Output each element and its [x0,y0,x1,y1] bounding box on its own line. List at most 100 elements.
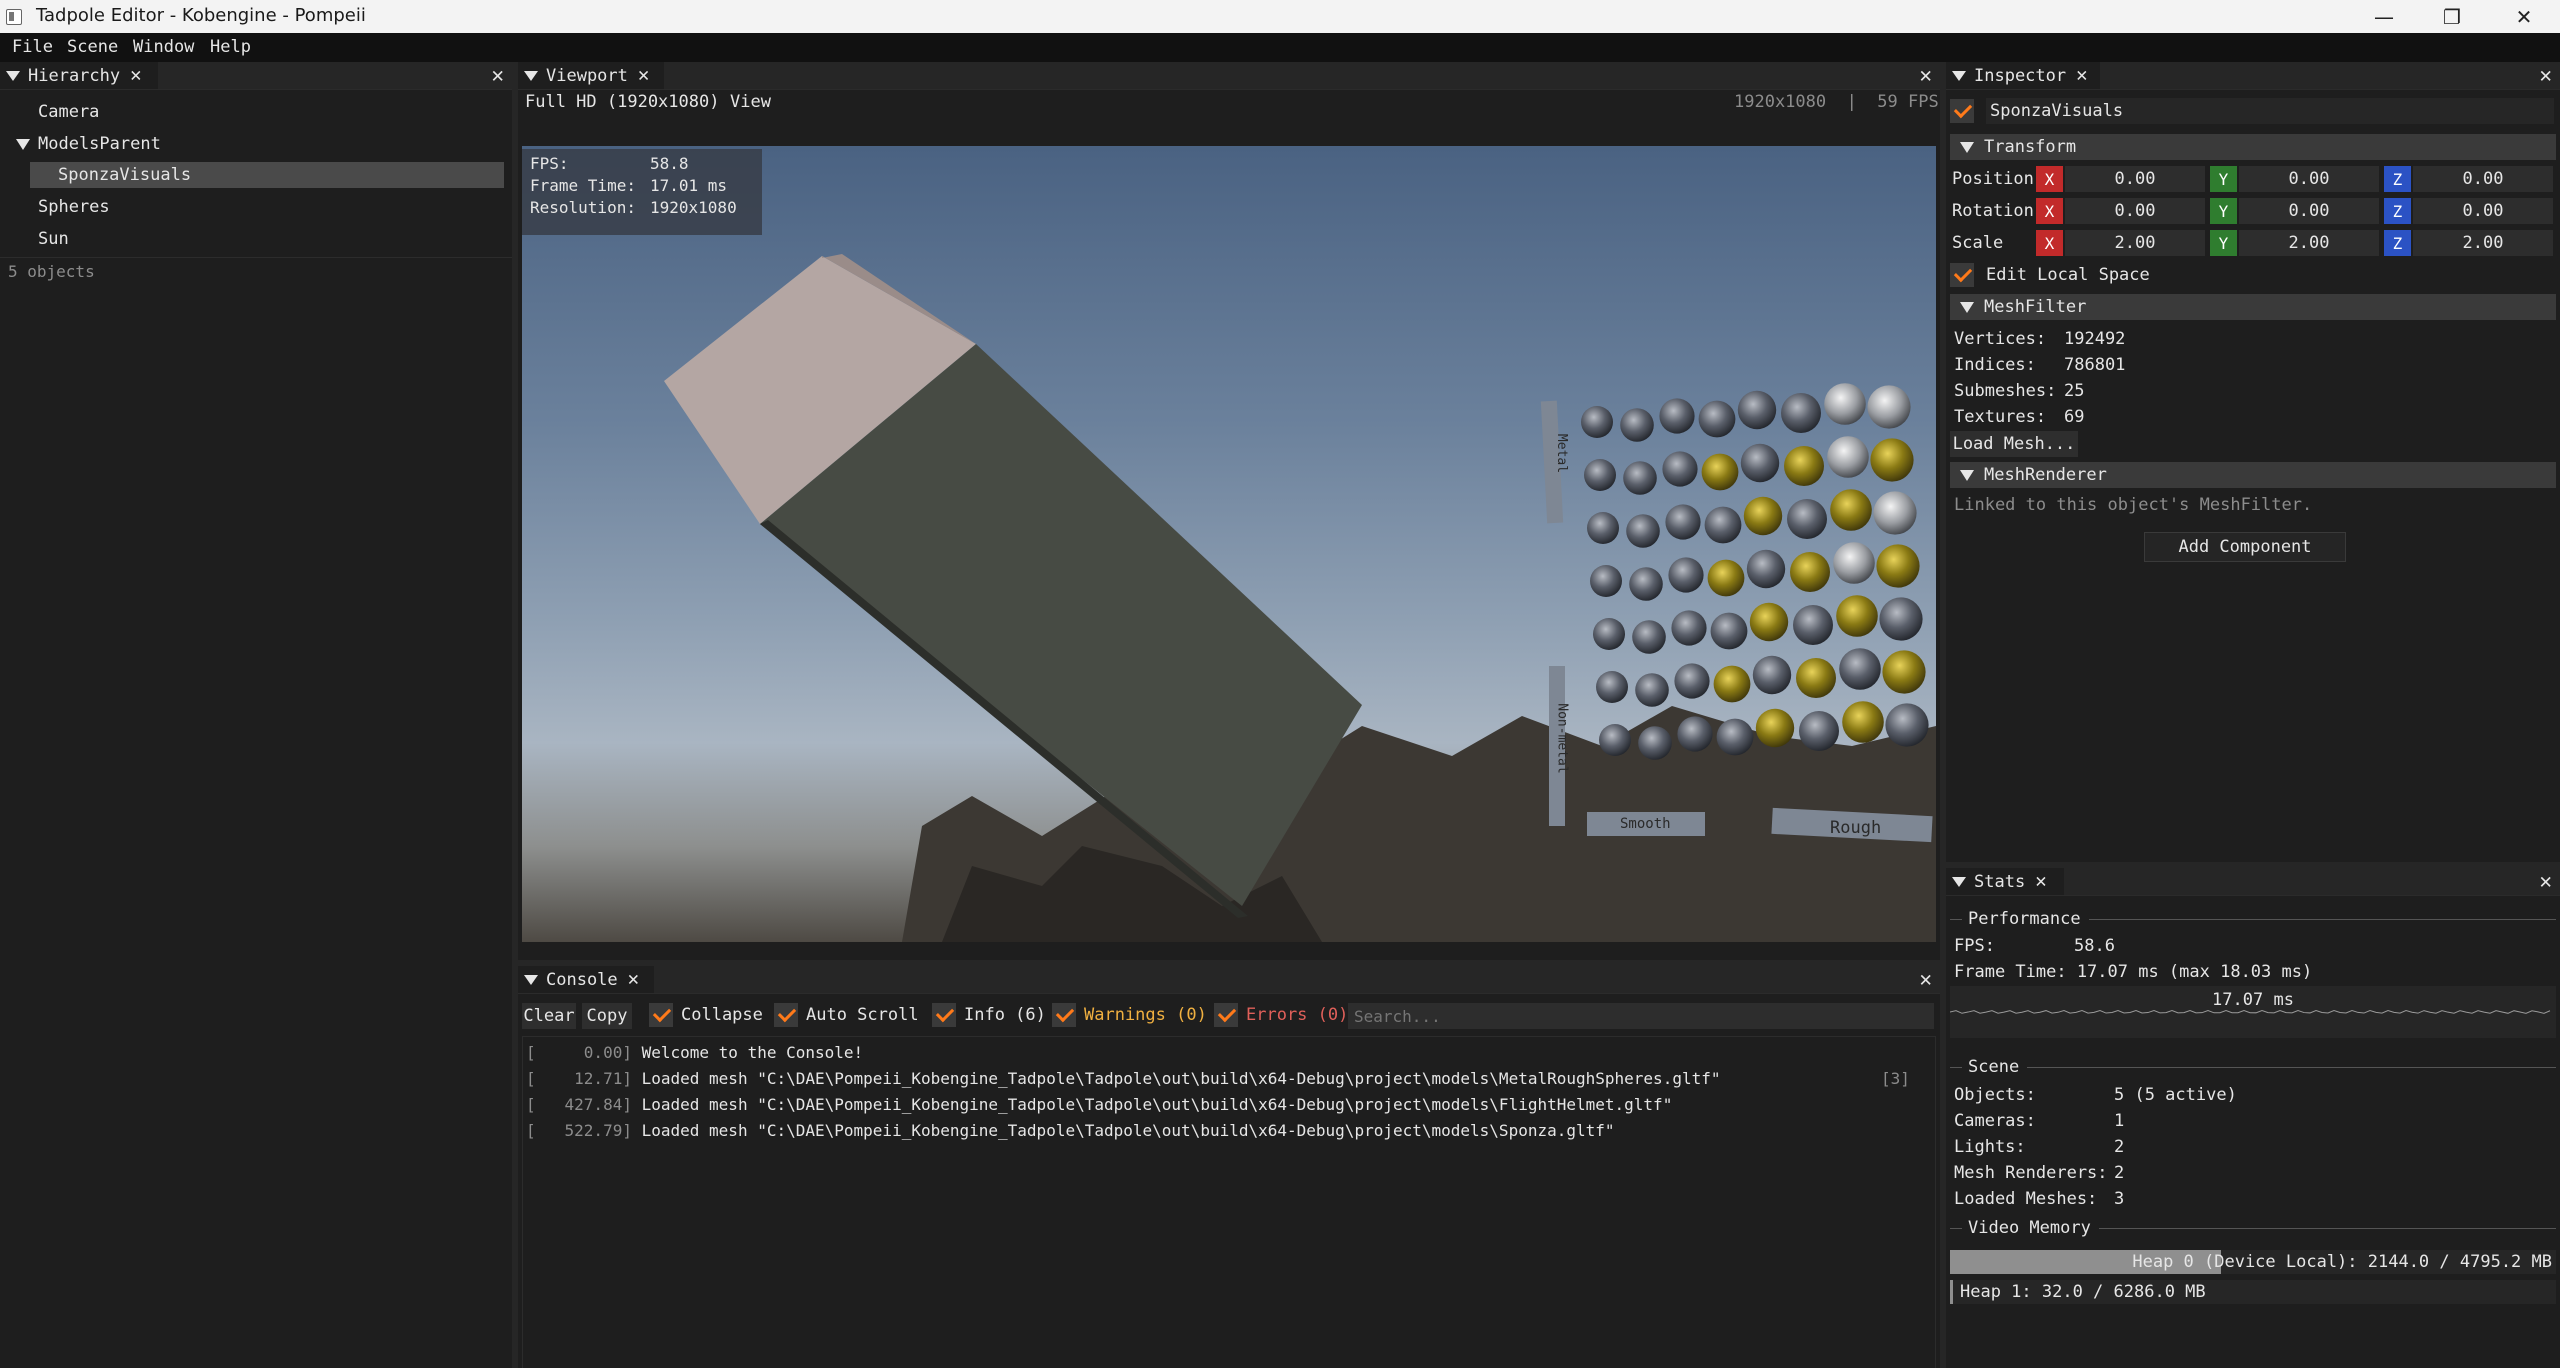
errors-filter[interactable]: Errors (0) [1214,1003,1348,1027]
tab-menu-triangle-icon[interactable] [524,70,538,81]
object-name-text: SponzaVisuals [1990,101,2124,121]
checkbox-icon[interactable] [1214,1003,1238,1027]
console-search-input[interactable] [1348,1003,1934,1029]
checkbox-icon[interactable] [932,1003,956,1027]
rotation-y-field[interactable]: 0.00 [2239,198,2379,224]
auto-scroll-label: Auto Scroll [806,1005,919,1025]
rotation-x-field[interactable]: 0.00 [2065,198,2205,224]
collapse-triangle-icon[interactable] [1960,469,1974,481]
log-line: [ 522.79] Loaded mesh "C:\DAE\Pompeii_Ko… [526,1121,1615,1140]
collapse-toggle[interactable]: Collapse [649,1003,763,1027]
hierarchy-item-modelsparent[interactable]: ModelsParent [16,134,161,154]
checkbox-icon[interactable] [774,1003,798,1027]
meshrenderer-note: Linked to this object's MeshFilter. [1954,495,2313,515]
info-filter-label: Info (6) [964,1005,1046,1025]
close-tab-icon[interactable]: ✕ [2035,872,2046,891]
sphere [1749,602,1789,642]
minimize-button[interactable]: — [2350,0,2418,33]
tab-menu-triangle-icon[interactable] [6,70,20,81]
resolution-menu[interactable]: Full HD (1920x1080) [525,92,719,112]
position-x-field[interactable]: 0.00 [2065,166,2205,192]
close-tab-icon[interactable]: ✕ [638,66,649,85]
hierarchy-item-spheres[interactable]: Spheres [38,197,110,217]
collapse-triangle-icon[interactable] [1960,301,1974,313]
rotation-z-field[interactable]: 0.00 [2413,198,2553,224]
close-panel-icon[interactable]: ✕ [1919,969,1932,990]
position-z-field[interactable]: 0.00 [2413,166,2553,192]
axis-y-label: Y [2210,198,2237,224]
stats-panel: Stats ✕ ✕ Performance FPS: 58.6 Frame Tim… [1946,868,2560,1368]
rotation-label: Rotation [1952,201,2034,221]
fps-label: FPS: [530,154,569,173]
scale-label: Scale [1952,233,2004,253]
close-panel-icon[interactable]: ✕ [2539,65,2552,86]
tab-label: Console [546,969,618,990]
checkbox-icon[interactable] [1950,263,1974,287]
edit-local-space-toggle[interactable]: Edit Local Space [1950,263,2150,287]
close-tab-icon[interactable]: ✕ [2076,66,2087,85]
graph-label: 17.07 ms [2212,990,2294,1010]
close-tab-icon[interactable]: ✕ [130,66,141,85]
position-y-field[interactable]: 0.00 [2239,166,2379,192]
view-menu[interactable]: View [730,92,771,112]
menu-file[interactable]: File [12,37,53,57]
scale-y-field[interactable]: 2.00 [2239,230,2379,256]
vertices-value: 192492 [2064,329,2126,349]
scene-title: Scene [1968,1057,2020,1077]
tab-menu-triangle-icon[interactable] [1952,70,1966,81]
copy-button[interactable]: Copy [582,1003,632,1029]
scale-row: Scale X 2.00 Y 2.00 Z 2.00 [1946,230,2560,256]
object-name-field[interactable]: SponzaVisuals [1986,98,2554,124]
menu-help[interactable]: Help [210,37,251,57]
expand-triangle-icon[interactable] [16,138,30,150]
add-component-button[interactable]: Add Component [2144,532,2346,562]
performance-title: Performance [1968,909,2081,929]
close-panel-icon[interactable]: ✕ [1919,65,1932,86]
console-log[interactable]: [ 0.00] Welcome to the Console! [ 12.71]… [522,1036,1936,1368]
close-panel-icon[interactable]: ✕ [491,65,504,86]
meshfilter-header[interactable]: MeshFilter [1950,294,2556,320]
info-filter[interactable]: Info (6) [932,1003,1046,1027]
checkbox-icon[interactable] [1052,1003,1076,1027]
sphere [1635,673,1669,707]
restore-button[interactable]: ❐ [2418,0,2486,33]
tab-viewport[interactable]: Viewport ✕ [518,62,664,89]
collapse-triangle-icon[interactable] [1960,141,1974,153]
tab-stats[interactable]: Stats ✕ [1946,868,2064,895]
sphere [1674,663,1710,699]
tab-inspector[interactable]: Inspector ✕ [1946,62,2100,89]
sphere [1710,612,1748,650]
sphere [1704,506,1742,544]
meshrenderer-header[interactable]: MeshRenderer [1950,462,2556,488]
tab-menu-triangle-icon[interactable] [524,974,538,985]
close-window-button[interactable]: ✕ [2490,0,2558,33]
tab-menu-triangle-icon[interactable] [1952,876,1966,887]
sphere [1790,552,1830,592]
hierarchy-item-sponzavisuals[interactable]: SponzaVisuals [58,165,191,185]
scale-x-field[interactable]: 2.00 [2065,230,2205,256]
viewport-status: 1920x1080 | 59 FPS [1734,92,1939,112]
transform-header[interactable]: Transform [1950,134,2556,160]
scale-z-field[interactable]: 2.00 [2413,230,2553,256]
section-line [2027,1066,2556,1068]
viewport-render[interactable]: Metal Non-metal Smooth Rough FPS: 58.8 Fr… [522,146,1936,942]
load-mesh-button[interactable]: Load Mesh... [1950,431,2078,457]
sphere [1743,496,1783,536]
menu-scene[interactable]: Scene [67,37,118,57]
tab-hierarchy[interactable]: Hierarchy ✕ [0,62,158,89]
object-active-checkbox[interactable] [1950,99,1974,123]
warnings-filter[interactable]: Warnings (0) [1052,1003,1207,1027]
edit-local-space-label: Edit Local Space [1986,265,2150,285]
close-tab-icon[interactable]: ✕ [628,970,639,989]
sphere [1581,406,1613,438]
checkbox-icon[interactable] [649,1003,673,1027]
hierarchy-item-camera[interactable]: Camera [38,102,99,122]
auto-scroll-toggle[interactable]: Auto Scroll [774,1003,919,1027]
meshfilter-title: MeshFilter [1984,297,2087,317]
submeshes-value: 25 [2064,381,2085,401]
hierarchy-item-sun[interactable]: Sun [38,229,69,249]
tab-console[interactable]: Console ✕ [518,966,654,993]
menu-window[interactable]: Window [133,37,194,57]
clear-button[interactable]: Clear [522,1003,576,1029]
close-panel-icon[interactable]: ✕ [2539,871,2552,892]
